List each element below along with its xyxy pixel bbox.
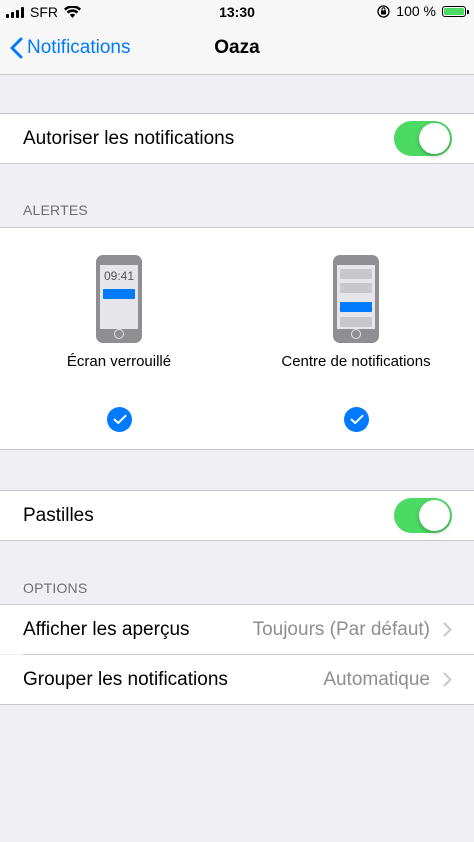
allow-notifications-row: Autoriser les notifications [0,114,474,163]
page-title: Oaza [214,37,260,58]
lock-screen-banner [103,289,135,299]
divider [0,704,474,705]
notification-center-phone-icon[interactable] [333,255,379,343]
lock-screen-label: Écran verrouillé [66,353,172,370]
show-previews-value: Toujours (Par défaut) [252,619,430,640]
navigation-bar: Notifications Oaza [0,24,474,75]
allow-notifications-label: Autoriser les notifications [23,128,235,149]
toggle-knob [419,500,450,531]
group-notifications-value: Automatique [323,669,430,690]
show-previews-label: Afficher les aperçus [23,619,190,640]
home-button-icon [114,329,124,339]
divider [0,449,474,450]
badges-toggle[interactable] [394,498,452,533]
alerts-panel: 09:41 Écran verrouillé Centre de notific… [0,228,474,449]
badges-row: Pastilles [0,491,474,540]
status-right: 100 % [377,3,469,19]
options-section-header: OPTIONS [23,580,88,596]
notification-center-label: Centre de notifications [281,353,431,370]
lock-screen-time: 09:41 [103,269,135,283]
battery-icon [442,5,469,17]
nc-item-active [340,302,372,312]
show-previews-row[interactable]: Afficher les aperçus Toujours (Par défau… [0,605,474,654]
chevron-right-icon [443,622,452,637]
allow-notifications-toggle[interactable] [394,121,452,156]
nc-item [340,317,372,327]
toggle-knob [419,123,450,154]
status-bar: SFR 13:30 100 % [0,0,474,24]
divider [0,540,474,541]
orientation-lock-icon [377,4,390,18]
group-notifications-label: Grouper les notifications [23,669,228,690]
badges-label: Pastilles [23,505,94,526]
notification-center-checkmark-icon[interactable] [344,407,369,432]
alerts-section-header: ALERTES [23,202,88,218]
nc-item [340,269,372,279]
battery-percent: 100 % [396,3,436,19]
nc-item [340,283,372,293]
divider [0,163,474,164]
home-button-icon [351,329,361,339]
lock-screen-phone-icon[interactable]: 09:41 [96,255,142,343]
group-notifications-row[interactable]: Grouper les notifications Automatique [0,655,474,704]
lock-screen-checkmark-icon[interactable] [107,407,132,432]
chevron-right-icon [443,672,452,687]
